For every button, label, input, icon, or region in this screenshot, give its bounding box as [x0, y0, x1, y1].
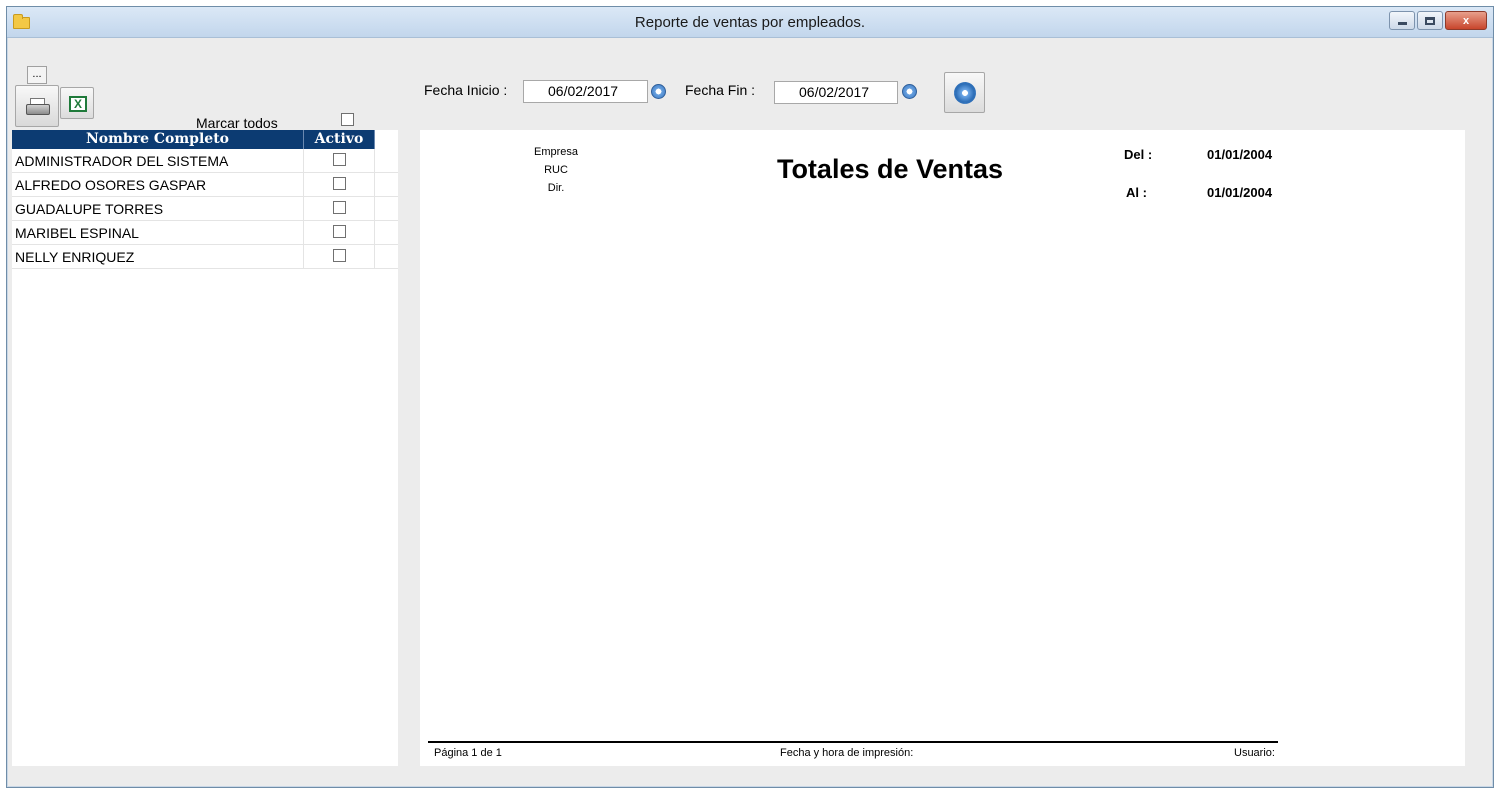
employee-name: GUADALUPE TORRES [12, 197, 304, 220]
fecha-inicio-picker-icon[interactable] [651, 84, 666, 99]
empresa-label: Empresa [533, 146, 579, 158]
employee-name: MARIBEL ESPINAL [12, 221, 304, 244]
minimize-icon [1397, 22, 1407, 25]
activo-cell [304, 197, 375, 220]
maximize-icon [1425, 16, 1435, 25]
marcar-todos-label: Marcar todos [196, 115, 278, 131]
close-button[interactable]: x [1445, 11, 1487, 30]
activo-checkbox[interactable] [333, 177, 346, 190]
activo-cell [304, 245, 375, 268]
fecha-fin-input[interactable]: 06/02/2017 [774, 81, 898, 104]
minimize-button[interactable] [1389, 11, 1415, 30]
table-row[interactable]: MARIBEL ESPINAL [12, 221, 398, 245]
activo-cell [304, 173, 375, 196]
fecha-fin-picker-icon[interactable] [902, 84, 917, 99]
activo-checkbox[interactable] [333, 153, 346, 166]
employee-name: ADMINISTRADOR DEL SISTEMA [12, 149, 304, 172]
table-row[interactable]: NELLY ENRIQUEZ [12, 245, 398, 269]
table-row[interactable]: ALFREDO OSORES GASPAR [12, 173, 398, 197]
ruc-label: RUC [544, 164, 568, 176]
footer-pagina: Página 1 de 1 [434, 747, 502, 759]
activo-cell [304, 221, 375, 244]
al-value: 01/01/2004 [1207, 185, 1273, 200]
footer-fecha-impresion: Fecha y hora de impresión: [780, 747, 914, 759]
employee-name: ALFREDO OSORES GASPAR [12, 173, 304, 196]
activo-checkbox[interactable] [333, 249, 346, 262]
report-preview: Empresa RUC Dir. Totales de Ventas Del :… [420, 130, 1465, 766]
gear-icon [954, 82, 976, 104]
activo-cell [304, 149, 375, 172]
activo-checkbox[interactable] [333, 201, 346, 214]
table-row[interactable]: GUADALUPE TORRES [12, 197, 398, 221]
excel-icon: X [69, 96, 87, 112]
column-header-activo[interactable]: Activo [304, 130, 375, 149]
employees-grid: Nombre Completo Activo ADMINISTRADOR DEL… [12, 130, 398, 766]
marcar-todos-checkbox[interactable] [341, 113, 354, 126]
title-bar[interactable]: Reporte de ventas por empleados. x [7, 7, 1493, 38]
ellipsis-button[interactable]: ... [27, 66, 47, 84]
fecha-inicio-label: Fecha Inicio : [424, 82, 508, 98]
window-title: Reporte de ventas por empleados. [634, 14, 866, 31]
activo-checkbox[interactable] [333, 225, 346, 238]
footer-divider [428, 741, 1278, 743]
table-row[interactable]: ADMINISTRADOR DEL SISTEMA [12, 149, 398, 173]
maximize-button[interactable] [1417, 11, 1443, 30]
del-label: Del : [1124, 147, 1153, 162]
print-button[interactable] [15, 85, 59, 127]
column-header-nombre[interactable]: Nombre Completo [12, 130, 304, 149]
fecha-inicio-input[interactable]: 06/02/2017 [523, 80, 648, 103]
dir-label: Dir. [547, 182, 565, 194]
printer-icon [26, 98, 50, 116]
window-controls: x [1389, 11, 1487, 30]
close-icon: x [1462, 14, 1470, 27]
del-value: 01/01/2004 [1207, 147, 1273, 162]
generate-report-button[interactable] [944, 72, 985, 113]
grid-header: Nombre Completo Activo [12, 130, 398, 149]
al-label: Al : [1126, 185, 1147, 200]
report-title: Totales de Ventas [776, 154, 1004, 184]
footer-usuario: Usuario: [1234, 747, 1275, 759]
fecha-fin-label: Fecha Fin : [685, 82, 756, 98]
employee-name: NELLY ENRIQUEZ [12, 245, 304, 268]
export-excel-button[interactable]: X [60, 87, 94, 119]
